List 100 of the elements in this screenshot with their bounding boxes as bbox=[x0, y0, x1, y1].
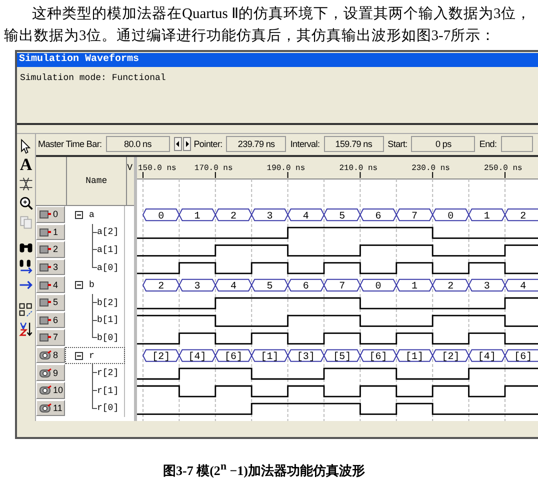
time-label: 170.0 ns bbox=[194, 164, 233, 173]
input-pin-icon bbox=[39, 262, 52, 272]
signal-name[interactable]: a[1] bbox=[97, 244, 119, 255]
bus-value: [4] bbox=[468, 349, 506, 362]
bus-value: 4 bbox=[504, 278, 538, 292]
signal-index-button[interactable]: 0 bbox=[36, 206, 65, 223]
bus-value: 4 bbox=[287, 208, 325, 222]
bus-value: 3 bbox=[468, 278, 506, 292]
signal-index-button[interactable]: 5 bbox=[36, 294, 65, 311]
signal-index-button[interactable]: 6 bbox=[36, 312, 65, 328]
bus-value: [6] bbox=[360, 349, 397, 362]
signal-index-button[interactable]: 7 bbox=[36, 329, 65, 346]
input-pin-icon bbox=[39, 209, 52, 220]
signal-index-button[interactable]: 8 bbox=[36, 346, 65, 364]
signal-name[interactable]: r bbox=[89, 350, 94, 361]
signal-name[interactable]: r[2] bbox=[97, 368, 119, 378]
signal-index-button[interactable]: 10 bbox=[36, 382, 65, 399]
text-tool[interactable]: A bbox=[20, 157, 32, 173]
signal-name[interactable]: b bbox=[89, 280, 94, 290]
input-pin-icon bbox=[39, 244, 52, 254]
signal-index-button[interactable]: 1 bbox=[36, 224, 65, 240]
bus-value: 0 bbox=[432, 208, 470, 222]
master-time-field[interactable]: 80.0 ns bbox=[106, 136, 170, 152]
signal-name[interactable]: a[2] bbox=[97, 227, 119, 238]
signal-name[interactable]: b[1] bbox=[97, 315, 119, 326]
pointer-field[interactable]: 239.79 ns bbox=[226, 136, 286, 152]
zoom-icon[interactable] bbox=[18, 195, 34, 211]
end-label: End: bbox=[479, 139, 497, 149]
signal-name[interactable]: a[0] bbox=[97, 262, 119, 273]
bus-value: 2 bbox=[214, 208, 252, 222]
bus-value: 4 bbox=[214, 278, 252, 292]
output-pin-icon bbox=[39, 350, 52, 360]
bus-value: 6 bbox=[287, 278, 325, 292]
ruler-tick bbox=[287, 172, 288, 178]
ruler-tick bbox=[504, 172, 506, 178]
signal-index-button[interactable]: 4 bbox=[36, 276, 65, 293]
ruler-tick bbox=[360, 172, 361, 178]
bus-value: 3 bbox=[178, 278, 216, 292]
signal-name[interactable]: r[1] bbox=[97, 386, 119, 396]
bus-value: [2] bbox=[432, 349, 470, 362]
interval-field[interactable]: 159.79 ns bbox=[324, 136, 384, 152]
scroll-right-button[interactable] bbox=[182, 137, 191, 151]
bus-value: [3] bbox=[287, 349, 325, 362]
input-pin-icon bbox=[39, 332, 52, 342]
bus-value: 7 bbox=[323, 278, 361, 292]
signal-index-button[interactable]: 2 bbox=[36, 241, 65, 258]
bus-value: 2 bbox=[504, 208, 538, 222]
signal-index-button[interactable]: 11 bbox=[36, 400, 65, 416]
simulation-mode: Simulation mode: Functional bbox=[19, 72, 166, 83]
node-icon[interactable] bbox=[18, 176, 34, 192]
start-label: Start: bbox=[388, 139, 408, 149]
caret-right-icon bbox=[184, 138, 190, 150]
bus-value: 6 bbox=[360, 208, 397, 222]
bus-value: [2] bbox=[142, 349, 180, 362]
signal-name[interactable]: a bbox=[89, 210, 94, 220]
output-pin-icon bbox=[39, 402, 52, 413]
end-field[interactable] bbox=[500, 136, 533, 152]
signal-index-button[interactable]: 9 bbox=[36, 364, 65, 381]
output-pin-icon bbox=[39, 368, 52, 378]
collapse-icon[interactable] bbox=[75, 352, 83, 360]
bus-value: [1] bbox=[396, 349, 434, 362]
start-field[interactable]: 0 ps bbox=[411, 136, 476, 152]
input-pin-icon bbox=[39, 226, 52, 237]
bus-value: [5] bbox=[323, 349, 361, 362]
bus-value: 2 bbox=[142, 278, 180, 292]
signal-index-button[interactable]: 3 bbox=[36, 258, 65, 276]
bus-value: [1] bbox=[251, 349, 288, 362]
collapse-icon[interactable] bbox=[75, 281, 83, 290]
time-label: 230.0 ns bbox=[412, 164, 450, 173]
bus-value: 7 bbox=[396, 208, 434, 222]
scroll-left-button[interactable] bbox=[174, 137, 182, 151]
interval-label: Interval: bbox=[290, 139, 320, 149]
bus-value: 0 bbox=[142, 208, 180, 222]
column-header[interactable]: V bbox=[127, 163, 132, 173]
collapse-icon[interactable] bbox=[75, 210, 83, 219]
time-label: 150.0 ns bbox=[138, 164, 176, 173]
grid-icon[interactable] bbox=[18, 302, 34, 318]
pointer-label: Pointer: bbox=[194, 139, 222, 149]
signal-name[interactable]: b[0] bbox=[97, 332, 119, 343]
sort-icon[interactable] bbox=[18, 321, 34, 337]
master-time-bar-label: Master Time Bar: bbox=[38, 139, 102, 149]
output-pin-icon bbox=[39, 385, 52, 396]
time-label: 250.0 ns bbox=[484, 164, 522, 173]
signal-name[interactable]: r[0] bbox=[97, 403, 119, 414]
input-pin-icon bbox=[39, 280, 52, 290]
signal-name[interactable]: b[2] bbox=[97, 298, 119, 308]
paragraph: 这种类型的模加法器在Quartus Ⅱ的仿真环境下，设置其两个输入数据为3位，输出数据为3位。通过编译进行功能仿真后，其仿真输出波形如图3-7所示： bbox=[4, 4, 532, 46]
bus-value: 2 bbox=[432, 278, 470, 292]
ruler-tick bbox=[432, 172, 434, 178]
input-pin-icon bbox=[39, 297, 52, 308]
column-header[interactable]: Name bbox=[86, 176, 108, 186]
bus-value: 5 bbox=[323, 208, 361, 222]
window-title: Simulation Waveforms bbox=[17, 53, 538, 67]
bus-value: [6] bbox=[214, 349, 252, 362]
bus-value: 1 bbox=[178, 208, 216, 222]
time-label: 190.0 ns bbox=[266, 164, 306, 173]
bus-value: 1 bbox=[396, 278, 434, 292]
find-next-icon[interactable] bbox=[18, 258, 34, 274]
input-pin-icon bbox=[39, 314, 52, 325]
bus-value: [6] bbox=[504, 349, 538, 362]
